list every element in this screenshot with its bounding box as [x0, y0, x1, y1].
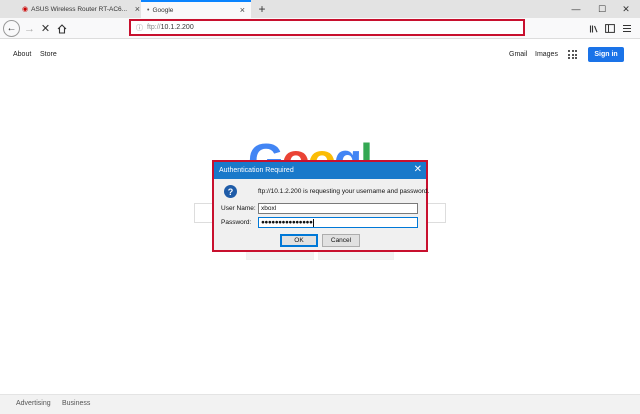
question-icon: ? [224, 185, 237, 198]
nav-bar: ← → ✕ ⓘ ftp:// 10.1.2.200 [0, 18, 640, 39]
forward-button[interactable]: → [21, 20, 38, 37]
close-icon[interactable]: ✕ [414, 164, 422, 175]
home-button[interactable] [53, 20, 70, 37]
ok-button[interactable]: OK [280, 234, 318, 247]
back-button[interactable]: ← [3, 20, 20, 37]
close-icon[interactable]: × [240, 5, 245, 15]
username-field[interactable]: xboxl [258, 203, 418, 214]
maximize-button[interactable]: ☐ [590, 0, 614, 18]
store-link[interactable]: Store [40, 51, 57, 58]
username-value: xboxl [261, 205, 277, 212]
text-caret [313, 218, 315, 227]
username-label: User Name: [221, 205, 256, 212]
library-button[interactable] [585, 20, 602, 37]
sign-in-button[interactable]: Sign in [588, 47, 624, 62]
home-icon [57, 23, 66, 34]
window-close-button[interactable]: ✕ [614, 0, 638, 18]
close-icon[interactable]: × [135, 4, 140, 14]
stop-button[interactable]: ✕ [37, 20, 54, 37]
loading-icon: • [147, 6, 150, 14]
minimize-button[interactable]: — [564, 0, 588, 18]
new-tab-button[interactable]: + [254, 0, 270, 18]
library-icon [589, 25, 598, 32]
dialog-message: ftp://10.1.2.200 is requesting your user… [258, 188, 430, 195]
auth-dialog: Authentication Required ✕ ? ftp://10.1.2… [212, 160, 430, 252]
about-link[interactable]: About [13, 51, 31, 58]
tab-google[interactable]: • Google × [141, 0, 251, 18]
tab-strip: ◉ ASUS Wireless Router RT-AC6... × • Goo… [0, 0, 640, 18]
menu-icon [622, 24, 631, 33]
password-field[interactable]: ●●●●●●●●●●●●●●● [258, 217, 418, 228]
url-protocol: ftp:// [147, 24, 161, 31]
business-link[interactable]: Business [62, 400, 90, 407]
arrow-left-icon: ← [6, 23, 17, 34]
dialog-titlebar: Authentication Required ✕ [214, 162, 426, 179]
apps-grid-icon[interactable] [568, 50, 577, 59]
info-icon: ⓘ [136, 24, 143, 32]
password-value: ●●●●●●●●●●●●●●● [261, 219, 313, 226]
tab-title: ASUS Wireless Router RT-AC6... [31, 5, 128, 13]
sidebar-button[interactable] [601, 20, 618, 37]
menu-button[interactable] [618, 20, 635, 37]
sidebar-icon [604, 24, 615, 33]
advertising-link[interactable]: Advertising [16, 400, 51, 407]
images-link[interactable]: Images [535, 51, 558, 58]
page-footer: Advertising Business [0, 394, 640, 414]
dialog-title: Authentication Required [219, 167, 294, 174]
gmail-link[interactable]: Gmail [509, 51, 527, 58]
router-icon: ◉ [22, 6, 29, 13]
tab-asus-router[interactable]: ◉ ASUS Wireless Router RT-AC6... × [16, 0, 146, 18]
url-bar[interactable]: ⓘ ftp:// 10.1.2.200 [129, 19, 525, 36]
tab-title: Google [152, 6, 174, 14]
password-label: Password: [221, 219, 252, 226]
url-host: 10.1.2.200 [160, 24, 194, 31]
stop-x-icon: ✕ [40, 23, 51, 35]
arrow-right-icon: → [24, 22, 35, 35]
cancel-button[interactable]: Cancel [322, 234, 360, 247]
